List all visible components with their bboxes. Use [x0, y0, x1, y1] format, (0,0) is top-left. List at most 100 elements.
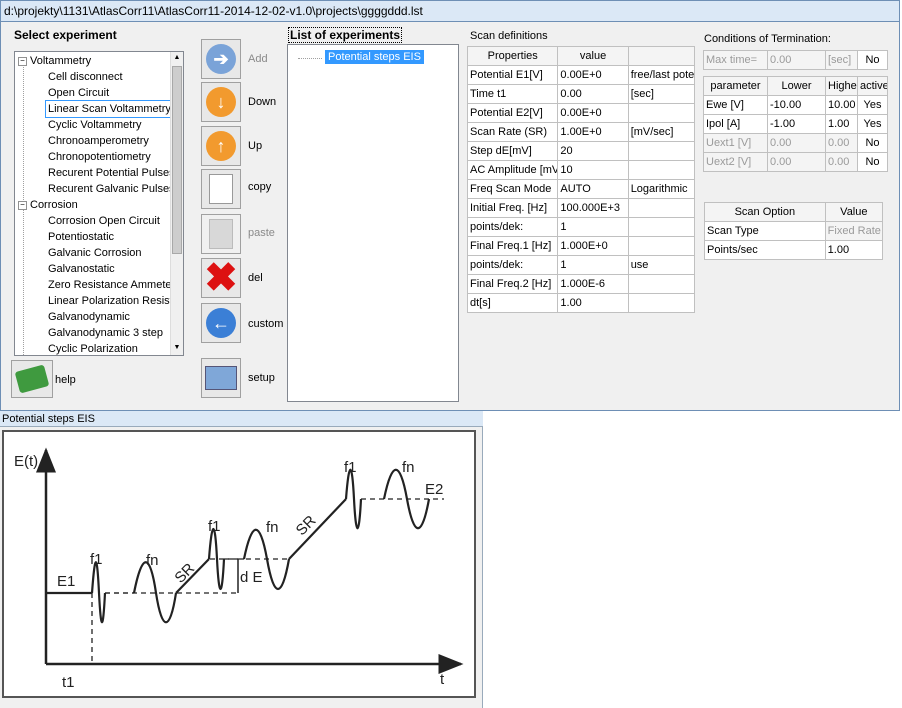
property-value-cell[interactable]: 0.00 [557, 84, 629, 104]
tree-item[interactable]: Zero Resistance Ammeter [48, 277, 175, 293]
tree-item[interactable]: Galvanodynamic 3 step [48, 325, 163, 341]
tree-item[interactable]: Linear Polarization Resista [48, 293, 179, 309]
tree-item[interactable]: Galvanostatic [48, 261, 115, 277]
property-extra-cell[interactable]: free/last poten [627, 65, 696, 85]
property-value-cell[interactable]: 1.00 [557, 293, 629, 313]
tree-item[interactable]: Chronoamperometry [48, 133, 149, 149]
property-value-cell[interactable]: 0.00E+0 [557, 103, 629, 123]
column-header: Higher [825, 76, 858, 96]
scroll-down-icon[interactable]: ▼ [171, 342, 183, 354]
lower-cell[interactable]: -1.00 [767, 114, 826, 134]
lower-cell[interactable]: -10.00 [767, 95, 826, 115]
higher-cell[interactable]: 0.00 [825, 133, 858, 153]
property-value-cell[interactable]: 1.000E+0 [557, 236, 629, 256]
scan-type-value[interactable]: Fixed Rate [824, 221, 884, 241]
experiment-item-selected[interactable]: Potential steps EIS [325, 50, 424, 64]
table-row: Potential E2[V] 0.00E+0 [466, 103, 696, 123]
f1-oscillation-1 [90, 561, 107, 623]
setup-button[interactable] [201, 358, 241, 398]
max-time-active[interactable]: No [857, 50, 888, 70]
tree-item[interactable]: Cyclic Polarization [48, 341, 138, 355]
property-extra-cell[interactable]: [sec] [627, 84, 696, 104]
down-button[interactable]: ↓ [201, 82, 241, 122]
max-time-unit: [sec] [825, 50, 858, 70]
column-header: active [857, 76, 888, 96]
scroll-thumb[interactable] [172, 66, 182, 254]
tree-scrollbar[interactable]: ▲ ▼ [170, 52, 183, 355]
property-value-cell[interactable]: AUTO [557, 179, 629, 199]
scroll-up-icon[interactable]: ▲ [171, 52, 183, 64]
property-extra-cell[interactable] [627, 217, 696, 237]
points-per-sec-value[interactable]: 1.00 [824, 240, 884, 260]
table-row: Freq Scan Mode AUTO Logarithmic [466, 179, 696, 199]
copy-button[interactable] [201, 169, 241, 209]
property-extra-cell[interactable]: Logarithmic [627, 179, 696, 199]
tree-group-corrosion[interactable]: − Corrosion [18, 197, 78, 213]
lower-cell[interactable]: 0.00 [767, 133, 826, 153]
property-value-cell[interactable]: 1.000E-6 [557, 274, 629, 294]
help-button[interactable] [11, 360, 53, 398]
tree-item[interactable]: Cyclic Voltammetry [48, 117, 142, 133]
active-cell[interactable]: No [857, 152, 888, 172]
property-value-cell[interactable]: 1 [557, 217, 629, 237]
property-name-cell: Potential E2[V] [466, 103, 559, 123]
custom-button[interactable]: ← [201, 303, 241, 343]
property-extra-cell[interactable] [627, 103, 696, 123]
property-extra-cell[interactable] [627, 141, 696, 161]
property-value-cell[interactable]: 100.000E+3 [557, 198, 629, 218]
property-name-cell: Scan Rate (SR) [466, 122, 559, 142]
column-header: Scan Option [704, 202, 826, 222]
tree-item[interactable]: Potentiostatic [48, 229, 114, 245]
property-extra-cell[interactable] [627, 160, 696, 180]
table-row: Time t1 0.00 [sec] [466, 84, 696, 104]
property-extra-cell[interactable] [627, 236, 696, 256]
list-of-experiments-label: List of experiments [288, 27, 403, 43]
sr-label-1: SR [171, 560, 198, 587]
higher-cell[interactable]: 1.00 [825, 114, 858, 134]
property-extra-cell[interactable] [627, 274, 696, 294]
property-value-cell[interactable]: 0.00E+0 [557, 65, 629, 85]
property-name-cell: AC Amplitude [mV] [466, 160, 559, 180]
up-button[interactable]: ↑ [201, 126, 241, 166]
property-name-cell: Freq Scan Mode [466, 179, 559, 199]
experiments-list[interactable]: Potential steps EIS [287, 44, 459, 402]
property-extra-cell[interactable]: use [627, 255, 696, 275]
active-cell[interactable]: No [857, 133, 888, 153]
add-button[interactable]: ➔ [201, 39, 241, 79]
property-value-cell[interactable]: 10 [557, 160, 629, 180]
lower-cell[interactable]: 0.00 [767, 152, 826, 172]
higher-cell[interactable]: 0.00 [825, 152, 858, 172]
tree-item[interactable]: Open Circuit [48, 85, 109, 101]
table-row: points/dek: 1 use [466, 255, 696, 275]
fn-label-2: fn [266, 519, 279, 536]
experiment-tree[interactable]: − Voltammetry Cell disconnect Open Circui… [14, 51, 184, 356]
column-header: Value [824, 202, 884, 222]
tree-item[interactable]: Cell disconnect [48, 69, 123, 85]
tree-item[interactable]: Recurent Galvanic Pulses [48, 181, 175, 197]
collapse-icon: − [18, 56, 27, 66]
tree-item[interactable]: Galvanodynamic [48, 309, 130, 325]
delete-button[interactable]: ✖ [201, 258, 241, 298]
tree-item[interactable]: Galvanic Corrosion [48, 245, 142, 261]
property-value-cell[interactable]: 1 [557, 255, 629, 275]
tree-group-voltammetry[interactable]: − Voltammetry [18, 53, 91, 69]
higher-cell[interactable]: 10.00 [825, 95, 858, 115]
property-value-cell[interactable]: 1.00E+0 [557, 122, 629, 142]
arrow-left-icon: ← [206, 308, 236, 338]
paste-button[interactable] [201, 214, 241, 254]
table-row: Scan Rate (SR) 1.00E+0 [mV/sec] [466, 122, 696, 142]
tree-item[interactable]: Corrosion Open Circuit [48, 213, 160, 229]
property-extra-cell[interactable]: [mV/sec] [627, 122, 696, 142]
custom-label: custom [248, 318, 284, 330]
tree-item-selected[interactable]: Linear Scan Voltammetry [45, 100, 174, 118]
tree-item[interactable]: Recurent Potential Pulses [48, 165, 175, 181]
tree-item[interactable]: Chronopotentiometry [48, 149, 151, 165]
max-time-table: Max time= 0.00 [sec] No [703, 50, 888, 70]
max-time-value[interactable]: 0.00 [767, 50, 826, 70]
active-cell[interactable]: Yes [857, 95, 888, 115]
property-extra-cell[interactable] [627, 293, 696, 313]
f1-label-2: f1 [208, 518, 221, 535]
property-value-cell[interactable]: 20 [557, 141, 629, 161]
property-extra-cell[interactable] [627, 198, 696, 218]
active-cell[interactable]: Yes [857, 114, 888, 134]
